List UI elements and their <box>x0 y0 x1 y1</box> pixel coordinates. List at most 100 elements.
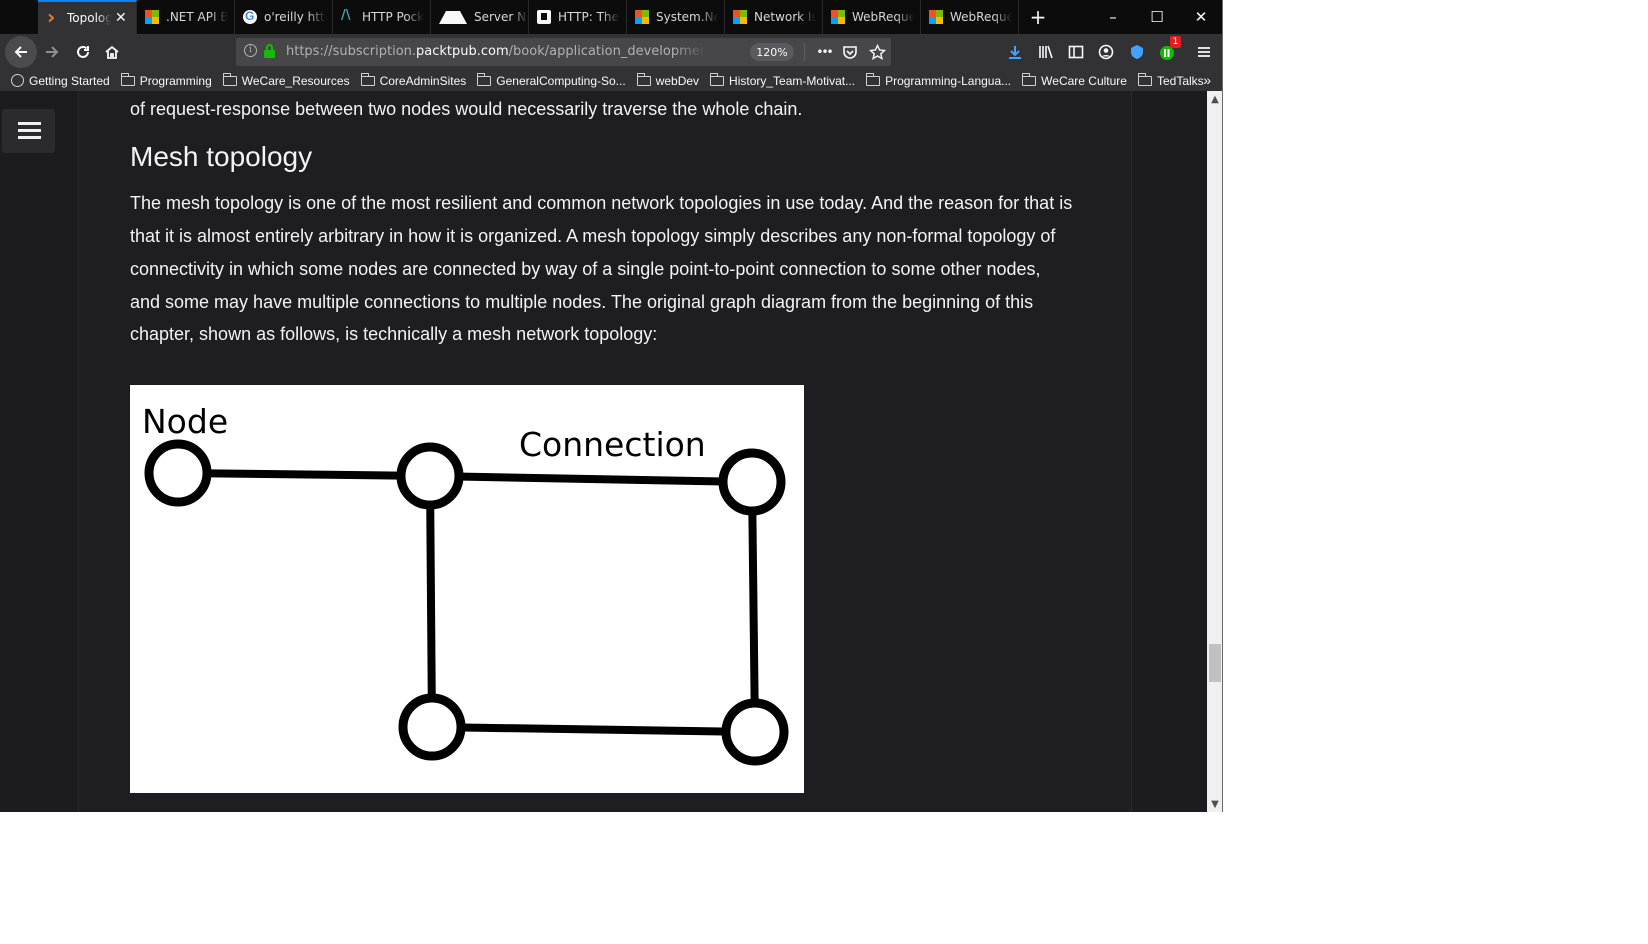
tab-network-isolation[interactable]: Network Isolation <box>725 0 823 34</box>
tab-label: .NET API Browser <box>166 10 228 24</box>
scrollbar-thumb[interactable] <box>1209 644 1221 682</box>
bookmark-folder-tedtalks[interactable]: TedTalks <box>1137 72 1204 88</box>
folder-icon <box>710 72 725 86</box>
home-icon <box>105 45 119 59</box>
arrow-left-icon <box>14 46 27 58</box>
tab-http-the-definitive[interactable]: HTTP: The Definitive <box>529 0 627 34</box>
paragraph-line: chapter, shown as follows, is technicall… <box>130 324 658 344</box>
bookmark-label: GeneralComputing-So... <box>496 73 626 88</box>
scroll-up-icon[interactable]: ▲ <box>1207 91 1223 107</box>
tab-label: Server Not Found <box>474 10 528 24</box>
extension-badge-icon[interactable]: 1 <box>1156 36 1181 64</box>
tab-net-api-browser[interactable]: .NET API Browser <box>137 0 235 34</box>
divider <box>804 43 805 61</box>
tab-label: HTTP Pocket <box>362 10 424 24</box>
section-heading: Mesh topology <box>130 141 313 172</box>
node-circle <box>718 448 786 516</box>
lock-icon[interactable] <box>264 44 275 58</box>
page-content: of request-response between two nodes wo… <box>0 91 1207 812</box>
bookmark-folder-coreadminsites[interactable]: CoreAdminSites <box>360 72 467 88</box>
bookmark-star-icon[interactable] <box>865 40 889 64</box>
forward-button[interactable] <box>38 38 66 66</box>
pocket-icon[interactable] <box>838 40 862 64</box>
tab-system-net[interactable]: System.Net <box>627 0 725 34</box>
packt-icon <box>46 5 60 29</box>
bookmark-label: Programming-Langua... <box>885 73 1012 88</box>
reload-button[interactable] <box>69 38 97 66</box>
bookmark-folder-webdev[interactable]: webDev <box>636 72 699 88</box>
tab-label: HTTP: The Definitive <box>558 10 620 24</box>
tab-label: WebRequest <box>852 10 914 24</box>
tab-webrequest[interactable]: WebRequest <box>823 0 921 34</box>
tab-label: o'reilly http <box>264 10 326 24</box>
url-path: /book/application_development/97817 <box>508 44 706 59</box>
bookmark-folder-generalcomputing[interactable]: GeneralComputing-So... <box>477 72 626 88</box>
previous-paragraph-tail: of request-response between two nodes wo… <box>130 99 803 119</box>
library-icon[interactable] <box>1034 40 1058 64</box>
tab-topology[interactable]: Topology ✕ <box>38 0 137 34</box>
reload-icon <box>77 45 89 58</box>
new-tab-button[interactable]: + <box>1026 0 1050 34</box>
edge-node2-node4 <box>426 472 436 731</box>
url-text[interactable]: https://subscription.packtpub.com/book/a… <box>286 44 706 59</box>
zoom-indicator[interactable]: 120% <box>750 43 794 61</box>
edge-node4-node5 <box>428 723 759 736</box>
http-icon <box>341 8 355 24</box>
extension-shield-icon[interactable] <box>1125 40 1149 64</box>
account-icon[interactable] <box>1094 40 1118 64</box>
edge-node1-node2 <box>174 469 434 480</box>
minimize-button[interactable]: – <box>1091 0 1135 34</box>
navigation-toolbar: i https://subscription.packtpub.com/book… <box>0 34 1223 70</box>
window-border <box>1222 0 1223 812</box>
paragraph-line: that it is almost entirely arbitrary in … <box>130 226 1056 246</box>
maximize-button[interactable]: ☐ <box>1135 0 1179 34</box>
paragraph-line: connectivity in which some nodes are con… <box>130 259 1041 279</box>
microsoft-icon <box>635 10 649 24</box>
bookmark-folder-programming[interactable]: Programming <box>120 72 212 88</box>
menu-toggle-button[interactable] <box>2 109 55 153</box>
mesh-topology-diagram: Node Connection <box>130 385 804 793</box>
tab-webrequest-2[interactable]: WebRequest <box>921 0 1019 34</box>
folder-icon <box>866 72 881 86</box>
notification-badge: 1 <box>1170 36 1181 48</box>
close-tab-icon[interactable]: ✕ <box>115 10 127 26</box>
vertical-scrollbar[interactable]: ▲ ▼ <box>1207 91 1223 812</box>
bookmark-folder-history[interactable]: History_Team-Motivat... <box>710 72 856 88</box>
bookmark-folder-wecare-resources[interactable]: WeCare_Resources <box>222 72 350 88</box>
close-window-button[interactable]: ✕ <box>1179 0 1223 34</box>
scroll-down-icon[interactable]: ▼ <box>1207 796 1223 812</box>
tab-label: System.Net <box>656 10 718 24</box>
bookmark-getting-started[interactable]: Getting Started <box>11 74 110 88</box>
home-button[interactable] <box>98 38 126 66</box>
folder-icon <box>360 72 375 86</box>
download-icon[interactable] <box>1003 40 1027 64</box>
bookmark-folder-wecare-culture[interactable]: WeCare Culture <box>1022 72 1127 88</box>
book-icon <box>537 10 551 24</box>
page-actions-button[interactable]: ••• <box>812 40 836 64</box>
bookmark-label: WeCare Culture <box>1041 73 1127 88</box>
arrow-right-icon <box>46 46 59 58</box>
hamburger-menu-icon[interactable] <box>1192 40 1216 64</box>
bookmark-folder-programming-langua[interactable]: Programming-Langua... <box>866 72 1012 88</box>
url-host: packtpub.com <box>416 44 509 59</box>
tab-server-not-found[interactable]: Server Not Found <box>431 0 529 34</box>
address-bar[interactable]: i https://subscription.packtpub.com/book… <box>236 38 891 66</box>
bookmark-label: CoreAdminSites <box>379 73 467 88</box>
bookmarks-overflow-button[interactable]: » <box>1203 72 1211 88</box>
globe-icon <box>11 74 24 87</box>
bookmark-label: History_Team-Motivat... <box>729 73 856 88</box>
hamburger-line <box>18 129 41 132</box>
warning-icon <box>439 10 467 24</box>
info-icon[interactable]: i <box>244 44 257 57</box>
tab-http-pocket[interactable]: HTTP Pocket <box>333 0 431 34</box>
node-circle <box>396 442 464 510</box>
sidebar-icon[interactable] <box>1064 40 1088 64</box>
microsoft-icon <box>145 10 159 24</box>
bookmark-label: TedTalks <box>1156 73 1204 88</box>
folder-icon <box>1137 72 1152 86</box>
folder-icon <box>1022 72 1037 86</box>
tab-oreilly-http[interactable]: o'reilly http <box>235 0 333 34</box>
back-button[interactable] <box>5 36 37 68</box>
microsoft-icon <box>929 10 943 24</box>
google-icon <box>243 9 257 24</box>
